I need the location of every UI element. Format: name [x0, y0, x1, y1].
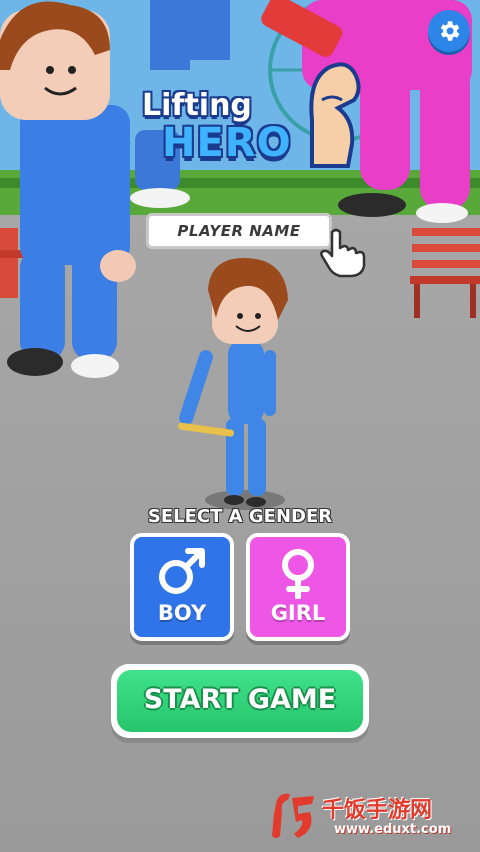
- game-screen: Lifting HERO PLAYER NAME SELECT A GENDER…: [0, 0, 480, 852]
- player-name-field[interactable]: PLAYER NAME: [146, 213, 332, 249]
- girl-label: GIRL: [270, 601, 326, 625]
- boy-button[interactable]: BOY: [130, 533, 234, 641]
- female-icon: [282, 549, 314, 599]
- girl-button[interactable]: GIRL: [246, 533, 350, 641]
- logo-title-bottom: HERO: [162, 120, 292, 166]
- logo-title-top: Lifting: [142, 88, 252, 123]
- game-logo: Lifting HERO: [138, 58, 368, 188]
- settings-button[interactable]: [428, 10, 470, 52]
- start-game-button[interactable]: START GAME: [111, 664, 369, 738]
- male-icon: [159, 548, 205, 594]
- site-logo-icon: [272, 793, 314, 838]
- watermark-url: www.eduxt.com: [334, 822, 452, 837]
- flexed-arm-icon: [309, 62, 361, 168]
- start-game-label: START GAME: [143, 684, 337, 715]
- watermark-title: 千饭手游网: [322, 798, 433, 823]
- boy-label: BOY: [157, 601, 207, 625]
- start-game-face: START GAME: [117, 670, 363, 732]
- site-watermark: 千饭手游网 www.eduxt.com: [268, 790, 478, 850]
- tap-hand-icon: [320, 228, 366, 278]
- gender-heading: SELECT A GENDER: [147, 506, 333, 527]
- gear-icon: [440, 21, 460, 41]
